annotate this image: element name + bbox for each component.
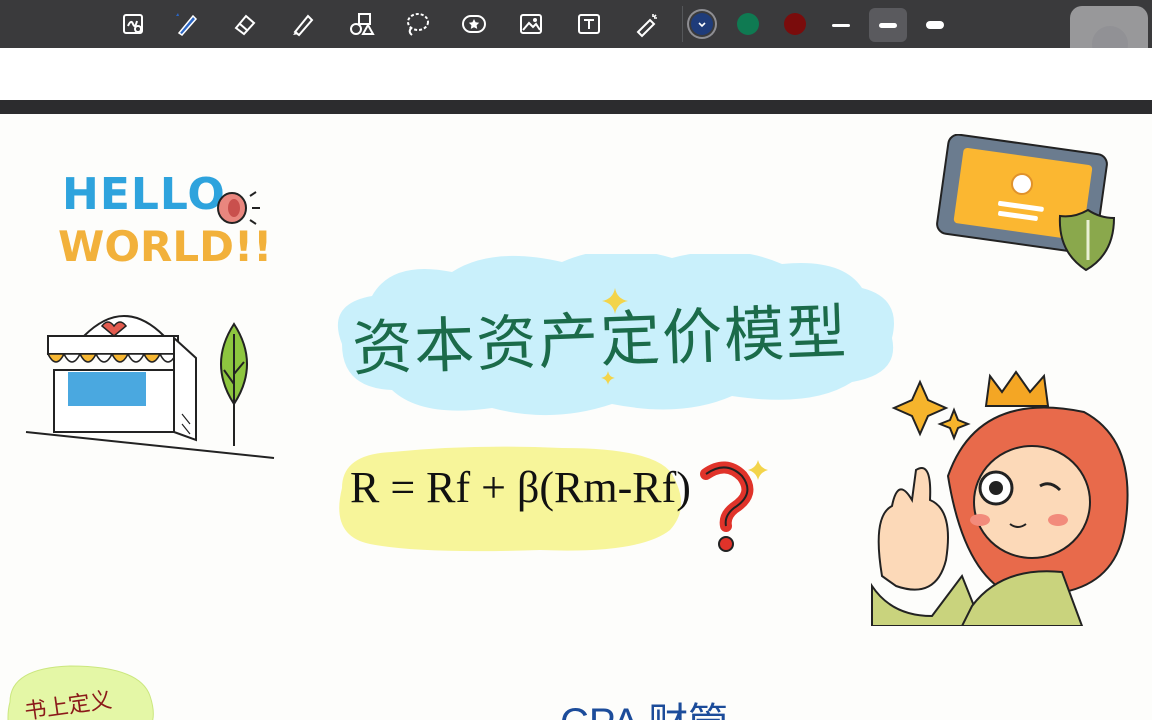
color-swatch-dark-red[interactable] [784,13,806,35]
top-toolbar [0,0,1152,48]
stroke-thick-icon [926,21,944,29]
text-box-icon [578,14,600,34]
stroke-thin-icon [832,23,850,27]
megaphone-icon [217,191,260,225]
shop-illustration [25,315,275,459]
shapes-tool[interactable] [344,8,378,40]
color-swatch-green[interactable] [737,13,759,35]
bottom-center-note: CPA 财管 [560,690,728,720]
toolbar-separator [682,6,683,42]
pen-tool[interactable] [170,8,204,40]
question-mark-sticker-icon [700,460,768,552]
highlighter-icon [293,14,314,37]
eraser-icon [234,14,256,36]
image-tool[interactable] [514,8,548,40]
stroke-medium-icon [879,22,897,28]
image-icon [520,14,542,34]
eraser-tool[interactable] [228,8,262,40]
stroke-medium-button[interactable] [869,8,907,42]
capm-formula: R = Rf + β(Rm-Rf) [350,463,691,512]
stroke-thin-button[interactable] [822,8,860,42]
girl-peace-sign-sticker [871,370,1129,626]
previous-page-bottom [0,48,1152,100]
lasso-zoom-icon [123,14,143,34]
sticker-icon [462,15,486,33]
chevron-down-icon [698,22,706,28]
stroke-thick-button[interactable] [916,8,954,42]
color-swatch-navy[interactable] [691,13,713,35]
sticker-tool[interactable] [457,8,491,40]
note-page[interactable]: HELLO WORLD!! 资本资产定价模型 R = Rf + β(Rm-Rf)… [0,114,1152,720]
laser-pointer-tool[interactable] [630,8,664,40]
shapes-icon [350,13,375,35]
pen-icon [176,13,198,36]
lasso-select-icon [407,13,429,36]
highlighter-tool[interactable] [286,8,320,40]
sparkle-icon [602,288,628,314]
tablet-shield-illustration [936,134,1116,272]
text-tool[interactable] [572,8,606,40]
page-divider [0,100,1152,114]
sparkle-small-icon [601,371,615,385]
lasso-zoom-tool[interactable] [116,8,150,40]
hello-sticker-text: HELLO [62,169,226,220]
laser-pointer-icon [636,14,657,38]
lasso-select-tool[interactable] [400,8,434,40]
